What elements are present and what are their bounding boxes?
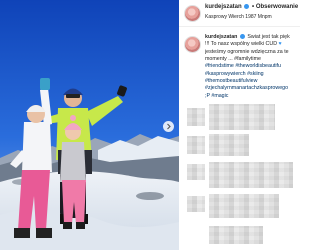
hashtag-line[interactable]: #kasprowywierch #skiing [205, 71, 300, 78]
blurred-comment [187, 196, 205, 212]
hashtag-line[interactable]: ;P #magic [205, 93, 300, 100]
caption-line: Świat jest tak pięk [247, 34, 290, 40]
avatar[interactable] [184, 5, 201, 22]
caption-text: kurdejszatan Świat jest tak pięk !!! To … [205, 34, 300, 100]
hashtag-line[interactable]: #themostbeautifulview [205, 78, 300, 85]
blurred-comment [187, 136, 205, 154]
next-photo-button[interactable] [163, 121, 174, 132]
hashtag-line[interactable]: #friendstime #theworldisbeautifu [205, 63, 300, 70]
blurred-comment [209, 194, 279, 218]
caption-line: jesteśmy ogromnie wdzięczna za te [205, 48, 289, 55]
blurred-comment [187, 164, 205, 180]
blurred-comment [209, 162, 293, 188]
blurred-comment [187, 108, 205, 126]
post-author: kurdejszatan • Obserwowanie [205, 4, 298, 10]
post-header: kurdejszatan • Obserwowanie Kasprowy Wie… [179, 0, 300, 27]
ski-slope-photo [0, 0, 179, 250]
verified-badge-icon [239, 34, 245, 40]
location-link[interactable]: Kasprowy Wierch 1987 Mnpm [205, 14, 272, 20]
hashtag-line[interactable]: #zjechalyrnmanartachzkasprowego [205, 85, 300, 92]
username-link[interactable]: kurdejszatan [205, 4, 242, 10]
blurred-comment [209, 104, 275, 130]
avatar[interactable] [184, 36, 201, 53]
blurred-comment [209, 226, 263, 244]
follow-status-button[interactable]: Obserwowanie [256, 4, 298, 10]
caption-line: !!! To nasz wspólny wielki CUD ♥ [205, 41, 282, 48]
verified-badge-icon [244, 4, 250, 9]
separator-dot: • [252, 4, 255, 11]
caption-line: momenty ... #familytime [205, 56, 261, 63]
post-side-panel: kurdejszatan • Obserwowanie Kasprowy Wie… [179, 0, 300, 250]
chevron-right-icon [167, 123, 171, 130]
post-photo[interactable] [0, 0, 179, 250]
caption-username-link[interactable]: kurdejszatan [205, 34, 237, 40]
blue-heart-icon: ♥ [278, 41, 282, 48]
blurred-comment [209, 134, 249, 156]
